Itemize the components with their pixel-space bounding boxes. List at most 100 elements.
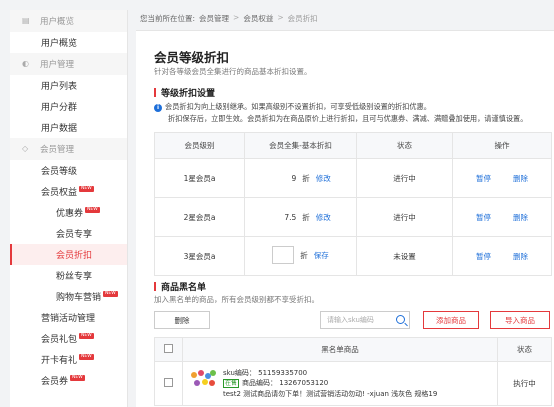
ops-cell: 暂停 删除 [452, 236, 552, 276]
discount-cell: 9 折修改 [244, 158, 357, 198]
sidebar-item-user-data[interactable]: 用户数据 [10, 117, 127, 138]
sidebar-item-member-benefits[interactable]: 会员权益 NEW [10, 181, 127, 202]
pause-link[interactable]: 暂停 [476, 212, 491, 223]
search-placeholder: 请输入sku编码 [327, 316, 374, 324]
breadcrumb-member-mgmt[interactable]: 会员管理 [199, 13, 229, 24]
discount-unit: 折 [300, 250, 308, 260]
overview-icon: ▤ [22, 16, 30, 25]
new-badge: NEW [85, 206, 100, 213]
user-icon: ◐ [22, 59, 29, 68]
new-badge: NEW [79, 353, 94, 360]
new-badge: NEW [70, 374, 85, 381]
tier-discount-table: 会员级别 会员全集-基本折扣 状态 操作 1星会员a 9 折修改 进行中 暂停 删除… [154, 132, 552, 276]
info-icon: i [154, 104, 162, 112]
sidebar-item-fan-exclusive[interactable]: 粉丝专享 [10, 265, 127, 286]
sidebar-item-user-segments[interactable]: 用户分群 [10, 96, 127, 117]
sidebar-item-overview[interactable]: 用户概览 [10, 32, 127, 53]
discount-value: 7.5 [284, 212, 297, 222]
col-header-product: 黑名单商品 [182, 337, 498, 362]
delete-link[interactable]: 删除 [513, 173, 528, 184]
sidebar-item-member-discount[interactable]: 会员折扣 [10, 244, 127, 265]
col-header-ops: 操作 [452, 132, 552, 159]
product-name: test2 测试商品请勿下单！测试营销活动勿动! -xjuan 浅灰色 规格19 [223, 390, 438, 398]
product-cell: sku编码： 51159335700 在售 商品编码： 13267053120 t… [182, 361, 498, 406]
sidebar-group-label: 会员管理 [40, 145, 75, 155]
add-product-button[interactable]: 添加商品 [423, 311, 479, 329]
note-line-2: 折扣保存后，立即生效。会员折扣为在商品原价上进行折扣，且可与优惠券、满减、满赠叠… [168, 114, 528, 123]
delete-link[interactable]: 删除 [513, 212, 528, 223]
product-code: 商品编码： 13267053120 [242, 379, 329, 387]
new-badge: NEW [103, 290, 118, 297]
search-icon[interactable] [396, 315, 405, 324]
row-checkbox[interactable] [164, 378, 173, 387]
table-row: sku编码： 51159335700 在售 商品编码： 13267053120 t… [154, 361, 552, 406]
sidebar-item-user-list[interactable]: 用户列表 [10, 75, 127, 96]
breadcrumb-prefix: 您当前所在位置: [140, 14, 196, 23]
sidebar-item-cart-marketing[interactable]: 购物车营销 NEW [10, 286, 127, 307]
section-title-tier-discount: 等级折扣设置 [154, 86, 215, 99]
level-cell: 2星会员a [154, 197, 245, 237]
sidebar-item-member-coupon[interactable]: 会员券 NEW [10, 370, 127, 391]
breadcrumb-current: 会员折扣 [287, 14, 318, 23]
sidebar-group-label: 用户概览 [40, 17, 75, 27]
main-panel: 会员等级折扣 针对各等级会员全集进行的商品基本折扣设置。 等级折扣设置 i 会员折… [136, 31, 554, 407]
col-header-level: 会员级别 [154, 132, 245, 159]
sidebar-group-members: ◇ 会员管理 [10, 138, 127, 160]
col-header-status: 状态 [356, 132, 453, 159]
breadcrumb-separator: > [277, 13, 284, 22]
status-cell: 进行中 [356, 197, 453, 237]
save-link[interactable]: 保存 [314, 250, 329, 261]
sidebar: ▤ 用户概览 用户概览 ◐ 用户管理 用户列表 用户分群 用户数据 ◇ 会员管理 会员… [10, 10, 128, 407]
discount-input[interactable] [272, 246, 295, 264]
status-cell: 执行中 [497, 361, 552, 406]
breadcrumb-member-benefits[interactable]: 会员权益 [243, 13, 273, 24]
sku-search-input[interactable]: 请输入sku编码 [320, 311, 410, 329]
discount-unit: 折 [302, 173, 310, 183]
edit-link[interactable]: 修改 [316, 212, 331, 223]
col-header-status: 状态 [497, 337, 552, 362]
page-description: 针对各等级会员全集进行的商品基本折扣设置。 [154, 67, 312, 76]
sidebar-item-member-exclusive[interactable]: 会员专享 [10, 223, 127, 244]
note-line-1: 会员折扣为向上级别继承。如果高级别不设置折扣，可享受低级别设置的折扣优惠。 [165, 102, 431, 111]
sidebar-item-member-levels[interactable]: 会员等级 [10, 160, 127, 181]
status-cell: 进行中 [356, 158, 453, 198]
discount-cell: 7.5 折修改 [244, 197, 357, 237]
new-badge: NEW [79, 185, 94, 192]
sku-code: sku编码： 51159335700 [223, 369, 308, 377]
sidebar-group-users: ◐ 用户管理 [10, 53, 127, 75]
discount-unit: 折 [302, 212, 310, 222]
discount-value: 9 [291, 173, 297, 183]
level-cell: 3星会员a [154, 236, 245, 276]
ops-cell: 暂停 删除 [452, 158, 552, 198]
breadcrumb: 您当前所在位置: 会员管理 > 会员权益 > 会员折扣 [140, 13, 318, 24]
select-all-checkbox[interactable] [164, 344, 173, 353]
sidebar-item-member-gift[interactable]: 会员礼包 NEW [10, 328, 127, 349]
delete-button[interactable]: 删除 [154, 311, 210, 329]
info-note: i 会员折扣为向上级别继承。如果高级别不设置折扣，可享受低级别设置的折扣优惠。 折… [154, 101, 527, 125]
sidebar-item-card-gift[interactable]: 开卡有礼 NEW [10, 349, 127, 370]
discount-cell: 折保存 [244, 236, 357, 276]
table-row: 2星会员a 7.5 折修改 进行中 暂停 删除 [154, 197, 552, 237]
sidebar-group-overview: ▤ 用户概览 [10, 10, 127, 32]
ops-cell: 暂停 删除 [452, 197, 552, 237]
pause-link[interactable]: 暂停 [476, 173, 491, 184]
page-title: 会员等级折扣 [154, 50, 230, 65]
sidebar-item-coupons[interactable]: 优惠券 NEW [10, 202, 127, 223]
product-thumbnail [189, 368, 217, 399]
sidebar-group-label: 用户管理 [40, 60, 75, 70]
product-info: sku编码： 51159335700 在售 商品编码： 13267053120 t… [223, 368, 437, 399]
checkbox-cell [154, 361, 183, 406]
new-badge: NEW [79, 332, 94, 339]
delete-link[interactable]: 删除 [513, 251, 528, 262]
edit-link[interactable]: 修改 [316, 173, 331, 184]
sidebar-item-campaign-mgmt[interactable]: 营销活动管理 [10, 307, 127, 328]
status-cell: 未设置 [356, 236, 453, 276]
pause-link[interactable]: 暂停 [476, 251, 491, 262]
select-all-cell [154, 337, 183, 362]
table-row: 1星会员a 9 折修改 进行中 暂停 删除 [154, 158, 552, 198]
blacklist-description: 加入黑名单的商品，所有会员级别都不享受折扣。 [154, 295, 319, 304]
blacklist-table: 黑名单商品 状态 sku编码： 51159335700 在售 商品编码： 132… [154, 337, 552, 406]
import-product-button[interactable]: 导入商品 [490, 311, 550, 329]
section-title-blacklist: 商品黑名单 [154, 280, 206, 293]
tag-icon: ◇ [22, 144, 29, 153]
